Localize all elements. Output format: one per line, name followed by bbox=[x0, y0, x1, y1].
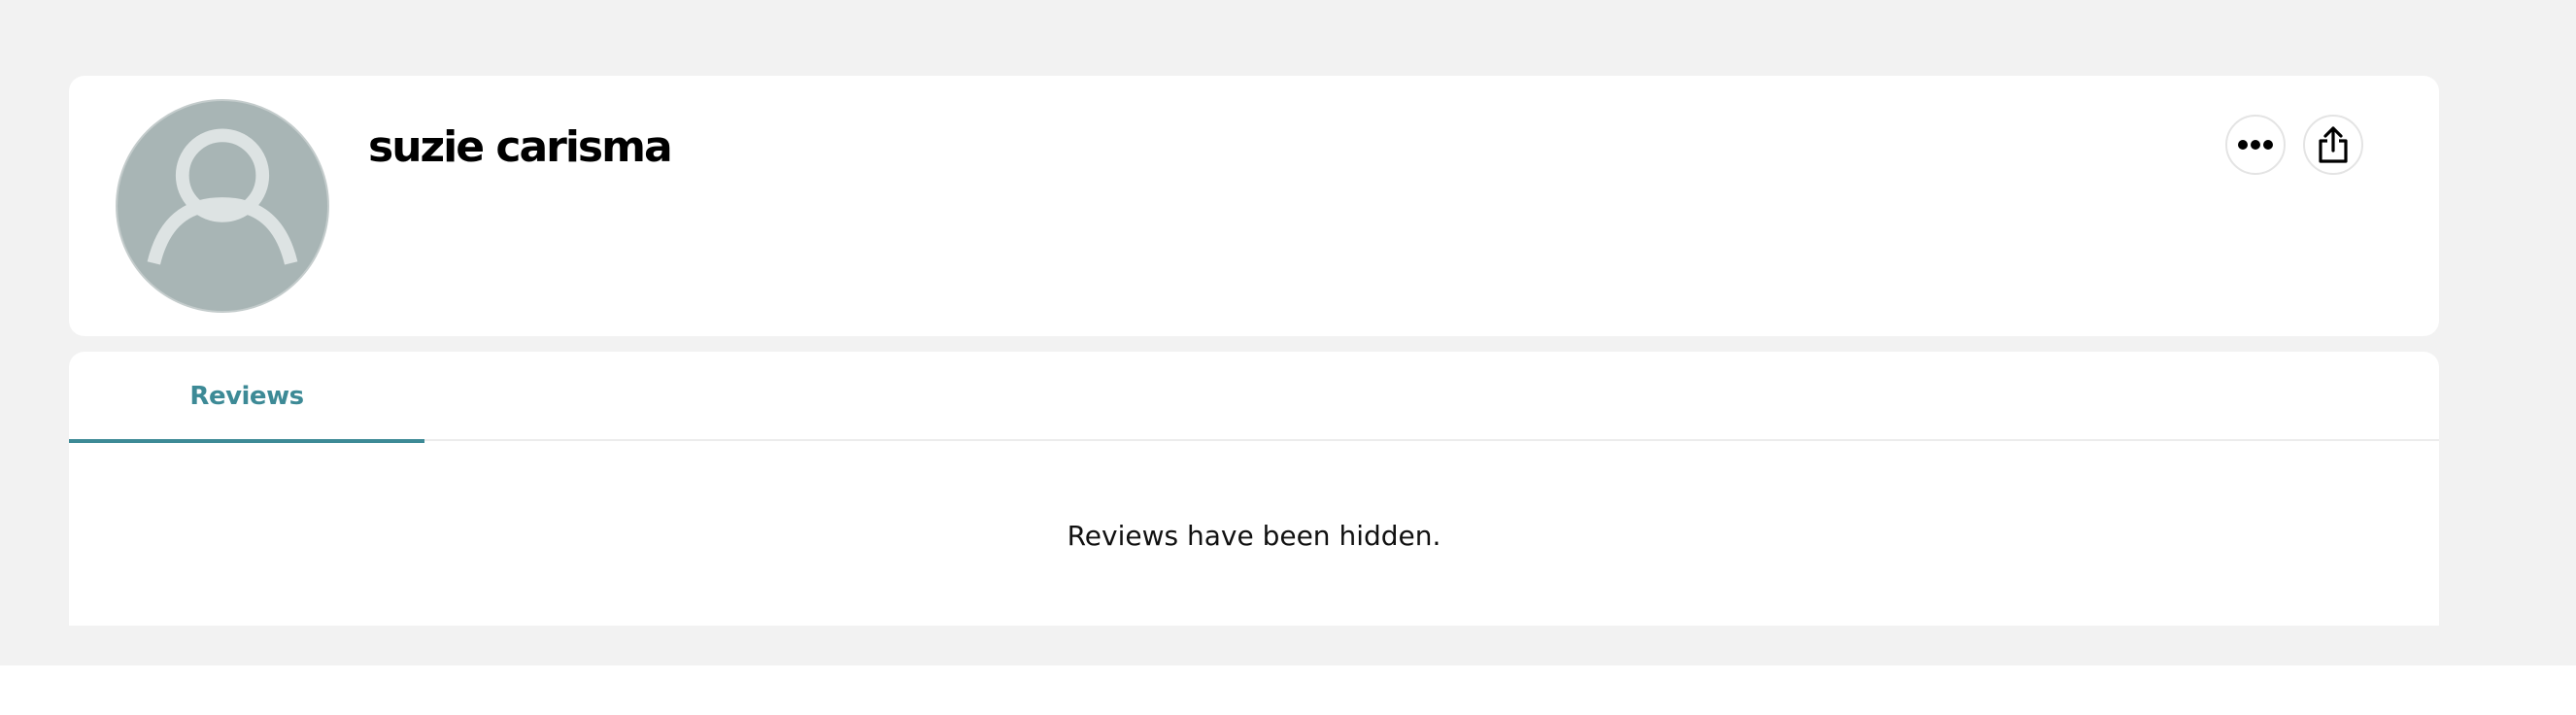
user-placeholder-icon bbox=[147, 128, 298, 265]
share-button[interactable] bbox=[2303, 115, 2363, 175]
tab-reviews-label: Reviews bbox=[189, 382, 304, 411]
tab-active-indicator bbox=[69, 439, 424, 443]
more-options-button[interactable] bbox=[2225, 115, 2286, 175]
reviews-hidden-message: Reviews have been hidden. bbox=[1067, 520, 1441, 552]
tab-bar: Reviews bbox=[69, 352, 2439, 443]
share-icon bbox=[2319, 126, 2348, 163]
tab-reviews[interactable]: Reviews bbox=[69, 352, 424, 443]
profile-name: suzie carisma bbox=[368, 122, 673, 172]
more-horizontal-icon bbox=[2238, 140, 2273, 150]
profile-header-card: suzie carisma bbox=[69, 76, 2439, 336]
reviews-section: Reviews Reviews have been hidden. bbox=[69, 352, 2439, 626]
avatar bbox=[116, 99, 329, 313]
